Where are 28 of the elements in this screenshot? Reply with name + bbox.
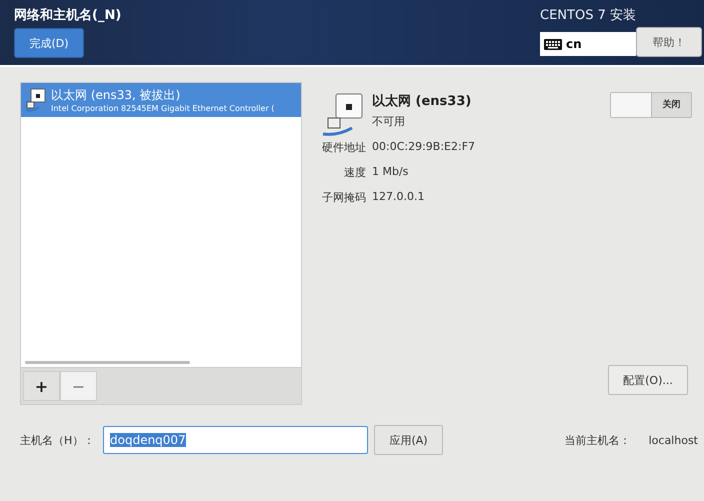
property-value: 00:0C:29:9B:E2:F7 xyxy=(372,140,476,155)
scrollbar[interactable] xyxy=(25,361,190,364)
add-button[interactable]: + xyxy=(23,371,60,401)
network-device-icon xyxy=(25,88,47,112)
property-label: 速度 xyxy=(343,165,366,180)
property-label: 硬件地址 xyxy=(322,140,366,155)
hostname-label: 主机名（H）： xyxy=(20,432,96,448)
hostname-field[interactable]: doqdenq007 xyxy=(103,426,368,454)
apply-button[interactable]: 应用(A) xyxy=(374,425,443,455)
device-title: 以太网 (ens33) xyxy=(372,93,472,110)
current-hostname-value: localhost xyxy=(648,434,698,446)
property-value: 1 Mb/s xyxy=(372,165,410,180)
toggle-switch[interactable]: 关闭 xyxy=(610,92,692,118)
help-button[interactable]: 帮助！ xyxy=(636,27,702,57)
device-status: 不可用 xyxy=(372,114,406,129)
property-label: 子网掩码 xyxy=(322,190,366,205)
done-button[interactable]: 完成(D) xyxy=(14,28,84,58)
device-name: 以太网 (ens33, 被拔出) xyxy=(51,87,182,104)
product-title: CENTOS 7 安装 xyxy=(540,7,636,24)
keyboard-layout-indicator[interactable]: cn xyxy=(540,32,636,56)
configure-button[interactable]: 配置(O)... xyxy=(608,365,688,395)
keyboard-icon xyxy=(544,38,562,50)
property-value: 127.0.0.1 xyxy=(372,190,426,205)
current-hostname-label: 当前主机名： xyxy=(564,432,631,448)
device-list-item[interactable]: 以太网 (ens33, 被拔出) Intel Corporation 82545EM Gigabit Ethernet Controller ( xyxy=(21,83,301,117)
window-title: 网络和主机名(_N) xyxy=(14,6,122,24)
remove-button[interactable]: − xyxy=(60,371,97,401)
device-description: Intel Corporation 82545EM Gigabit Ethernet Controller ( xyxy=(51,104,274,113)
